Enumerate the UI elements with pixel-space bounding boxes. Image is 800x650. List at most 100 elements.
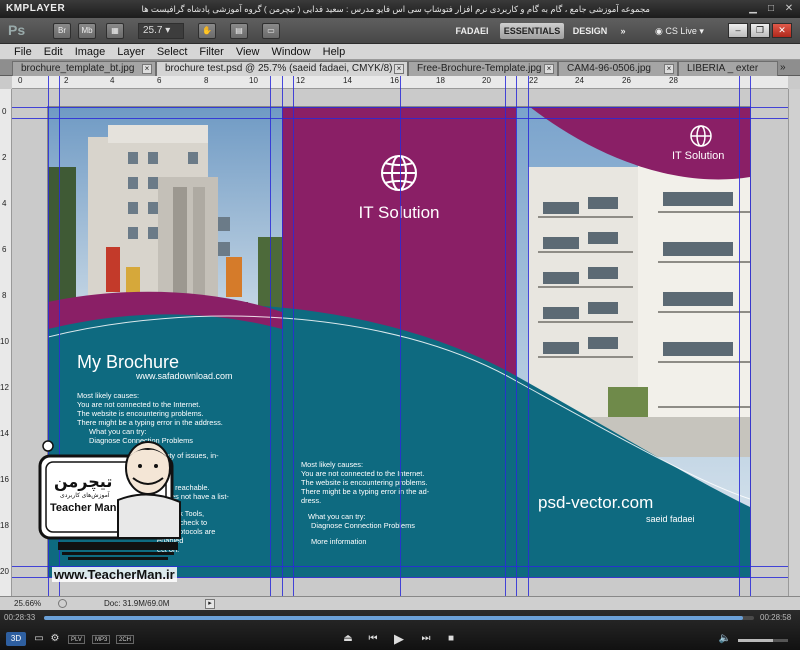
guide-line[interactable] [516, 76, 517, 596]
guide-line[interactable] [400, 76, 401, 596]
text-line: There might be a typing error in the ad- [301, 487, 430, 496]
screen-icon[interactable]: ▭ [32, 632, 46, 646]
player-title-bar[interactable]: KMPLAYER مجموعه آموزشی جامع ، گام به گام… [0, 0, 800, 18]
ruler-tick: 22 [529, 76, 538, 85]
more-tabs-icon[interactable]: » [780, 62, 786, 73]
hand-tool-icon[interactable]: ✋ [198, 23, 216, 39]
right-title: IT Solution [672, 150, 725, 162]
tag-mp3[interactable]: MP3 [92, 635, 111, 644]
previous-icon[interactable]: ⏮ [366, 632, 380, 646]
left-url: www.safadownload.com [136, 371, 233, 381]
screen-mode-icon[interactable]: ▭ [262, 23, 280, 39]
close-icon[interactable]: ✕ [782, 2, 796, 15]
ruler-tick: 0 [2, 107, 7, 116]
center-body-text: Most likely causes: You are not connecte… [301, 460, 461, 546]
workspace-essentials[interactable]: ESSENTIALS [500, 23, 564, 39]
tab-close-icon[interactable]: × [544, 64, 554, 74]
ruler-tick: 2 [2, 153, 7, 162]
ps-logo: Ps [8, 22, 26, 38]
ruler-tick: 18 [0, 521, 9, 530]
bridge-button[interactable]: Br [53, 23, 71, 39]
ruler-tick: 6 [2, 245, 7, 254]
tab-brochure-test[interactable]: brochure test.psd @ 25.7% (saeid fadaei,… [156, 61, 408, 76]
ruler-tick: 20 [0, 567, 9, 576]
workspace-fadaei[interactable]: FADAEI [452, 23, 492, 39]
menu-help[interactable]: Help [317, 44, 352, 59]
menu-view[interactable]: View [230, 44, 266, 59]
seek-bar[interactable] [44, 616, 754, 620]
workspace-design[interactable]: DESIGN [570, 23, 610, 39]
vertical-ruler[interactable]: 0 2 4 6 8 10 12 14 16 18 20 [0, 89, 12, 596]
tab-brochure-template[interactable]: brochure_template_bt.jpg × [12, 61, 156, 76]
ps-minimize-icon[interactable]: – [728, 23, 748, 38]
time-elapsed: 00:28:33 [4, 613, 36, 622]
guide-line[interactable] [282, 76, 283, 596]
ruler-tick: 24 [575, 76, 584, 85]
tab-close-icon[interactable]: × [394, 64, 404, 74]
guides-view-icon[interactable]: ▦ [106, 23, 124, 39]
ruler-tick: 12 [0, 383, 9, 392]
guide-line[interactable] [739, 76, 740, 596]
ruler-tick: 26 [622, 76, 631, 85]
volume-icon[interactable]: 🔈 [718, 632, 732, 646]
watermark-name-en: Teacher Man [50, 502, 117, 514]
menu-edit[interactable]: Edit [38, 44, 69, 59]
menu-filter[interactable]: Filter [193, 44, 229, 59]
menu-window[interactable]: Window [266, 44, 317, 59]
tab-close-icon[interactable]: × [142, 64, 152, 74]
mini-bridge-button[interactable]: Mb [78, 23, 96, 39]
status-info-icon[interactable] [58, 599, 67, 608]
minimize-icon[interactable]: ▁ [746, 2, 760, 15]
time-total: 00:28:58 [760, 613, 792, 622]
play-icon[interactable]: ▶ [392, 632, 406, 646]
tag-2ch[interactable]: 2CH [116, 635, 135, 644]
guide-line[interactable] [528, 76, 529, 596]
guide-line[interactable] [505, 76, 506, 596]
ruler-tick: 4 [110, 76, 115, 85]
guide-line[interactable] [750, 76, 751, 596]
text-line: The website is encountering problems. [301, 478, 428, 487]
guide-line[interactable] [293, 76, 294, 596]
stop-icon[interactable]: ■ [444, 632, 458, 646]
tab-close-icon[interactable]: × [664, 64, 674, 74]
eject-icon[interactable]: ⏏ [341, 632, 355, 646]
zoom-level-select[interactable]: 25.7 ▾ [138, 23, 184, 39]
text-line: What you can try: [308, 512, 366, 521]
tab-free-brochure[interactable]: Free-Brochure-Template.jpg × [408, 61, 558, 76]
ps-restore-icon[interactable]: ❐ [750, 23, 770, 38]
tab-liberia[interactable]: LIBERIA _ exter [678, 61, 778, 76]
guide-line[interactable] [270, 76, 271, 596]
guide-line[interactable] [12, 107, 788, 108]
next-icon[interactable]: ⏭ [419, 632, 433, 646]
tag-plv[interactable]: PLV [68, 635, 85, 644]
text-line: There might be a typing error in the add… [77, 418, 223, 427]
ruler-tick: 8 [2, 291, 7, 300]
maximize-icon[interactable]: □ [764, 2, 778, 15]
tab-label: Free-Brochure-Template.jpg [417, 63, 542, 74]
menu-image[interactable]: Image [69, 44, 112, 59]
more-workspaces-icon[interactable]: » [615, 23, 631, 39]
tab-cam4[interactable]: CAM4-96-0506.jpg × [558, 61, 678, 76]
menu-file[interactable]: File [8, 44, 38, 59]
watermark-url: www.TeacherMan.ir [52, 567, 177, 582]
left-title: My Brochure [77, 352, 180, 372]
guide-line[interactable] [12, 118, 788, 119]
text-line: Diagnose Connection Problems [311, 521, 415, 530]
menu-layer[interactable]: Layer [111, 44, 151, 59]
ruler-tick: 0 [18, 76, 23, 85]
right-author: saeid fadaei [646, 514, 695, 524]
cs-live-button[interactable]: ◉ CS Live ▾ [655, 23, 704, 39]
mode-3d-button[interactable]: 3D [6, 632, 26, 646]
status-zoom[interactable]: 25.66% [14, 599, 41, 608]
menu-select[interactable]: Select [151, 44, 194, 59]
vertical-scrollbar[interactable] [788, 89, 800, 596]
ps-status-bar: 25.66% Doc: 31.9M/69.0M ▸ [0, 596, 800, 610]
ruler-tick: 28 [669, 76, 678, 85]
settings-gear-icon[interactable]: ⚙ [48, 632, 62, 646]
volume-slider[interactable] [738, 639, 788, 642]
text-line: Most likely causes: [77, 391, 140, 400]
status-arrow-icon[interactable]: ▸ [205, 599, 215, 609]
tab-label: brochure test.psd @ 25.7% (saeid fadaei,… [165, 63, 400, 74]
arrange-documents-icon[interactable]: ▤ [230, 23, 248, 39]
ps-close-icon[interactable]: ✕ [772, 23, 792, 38]
